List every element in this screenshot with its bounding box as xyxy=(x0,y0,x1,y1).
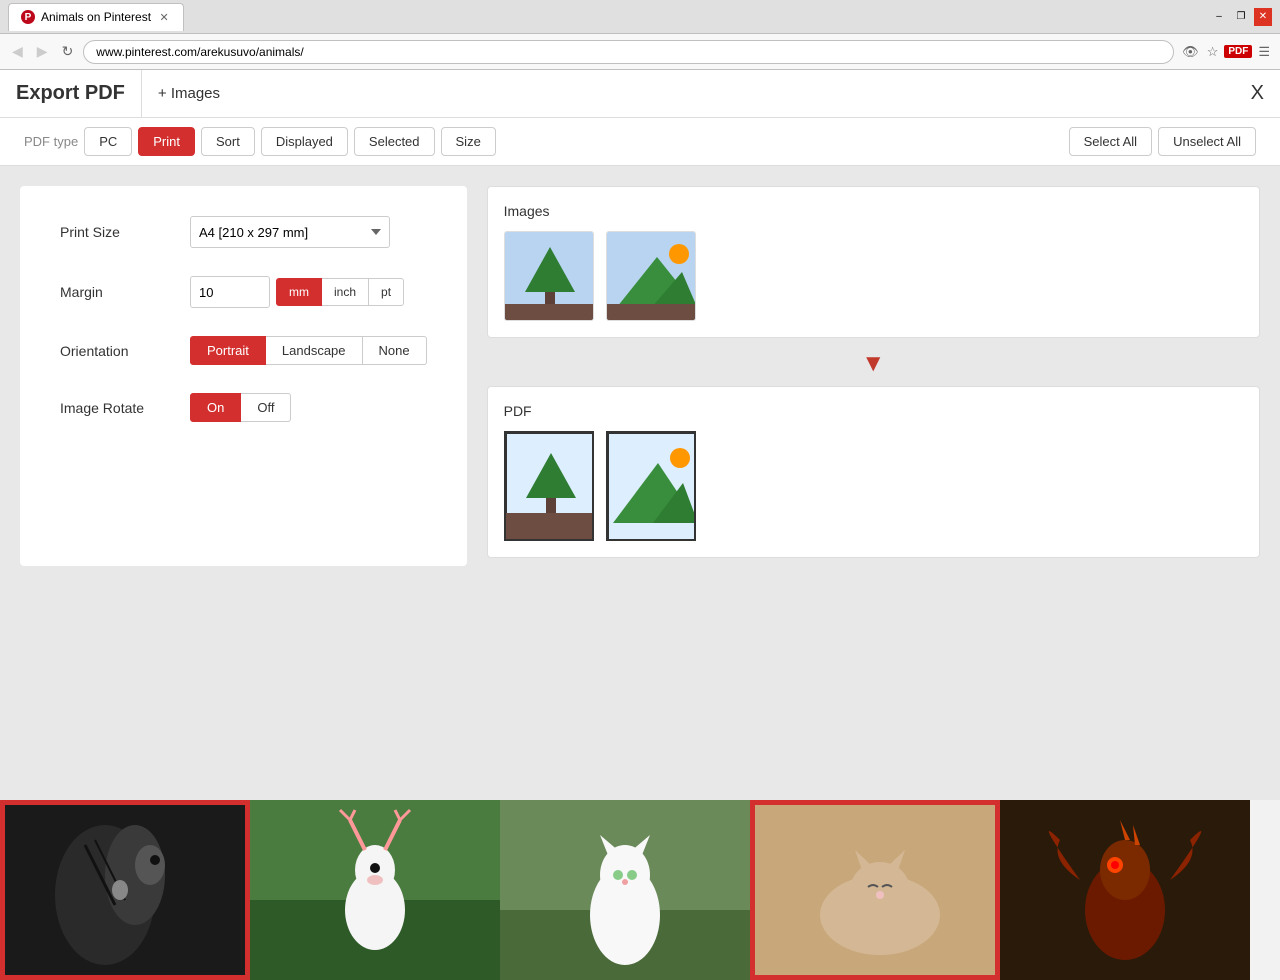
tab-close-button[interactable]: ✕ xyxy=(157,10,171,24)
sort-button[interactable]: Sort xyxy=(201,127,255,156)
bottom-gallery xyxy=(0,800,1280,980)
margin-label: Margin xyxy=(60,284,190,300)
size-button[interactable]: Size xyxy=(441,127,496,156)
gallery-item-1[interactable] xyxy=(0,800,250,980)
unit-group: mm inch pt xyxy=(276,278,404,306)
orientation-label: Orientation xyxy=(60,343,190,359)
none-orientation-button[interactable]: None xyxy=(363,336,427,365)
minimize-button[interactable]: – xyxy=(1210,8,1228,26)
image-rotate-row: Image Rotate On Off xyxy=(60,393,427,422)
portrait-button[interactable]: Portrait xyxy=(190,336,266,365)
export-pdf-button[interactable]: Export PDF xyxy=(16,82,141,105)
inch-unit-button[interactable]: inch xyxy=(322,278,369,306)
pdf-page-1 xyxy=(504,431,594,541)
browser-title-bar: P Animals on Pinterest ✕ – ❐ ✕ xyxy=(0,0,1280,34)
browser-address-bar: ◀ ▶ ↻ 👁 ☆ PDF ☰ xyxy=(0,34,1280,70)
print-size-row: Print Size A4 [210 x 297 mm] A3 [297 x 4… xyxy=(60,216,427,248)
browser-icons: 👁 ☆ PDF ☰ xyxy=(1180,42,1272,62)
gallery-item-4[interactable] xyxy=(750,800,1000,980)
window-controls: – ❐ ✕ xyxy=(1210,8,1272,26)
gallery-item-5[interactable] xyxy=(1000,800,1250,980)
unselect-all-button[interactable]: Unselect All xyxy=(1158,127,1256,156)
pinterest-favicon: P xyxy=(21,10,35,24)
menu-button[interactable]: ☰ xyxy=(1256,42,1272,62)
toolbar: PDF type PC Print Sort Displayed Selecte… xyxy=(0,118,1280,166)
margin-row: Margin mm inch pt xyxy=(60,276,427,308)
mm-unit-button[interactable]: mm xyxy=(276,278,322,306)
preview-image-1 xyxy=(504,231,594,321)
image-rotate-label: Image Rotate xyxy=(60,400,190,416)
forward-button[interactable]: ▶ xyxy=(33,41,52,62)
bookmark-button[interactable]: ☆ xyxy=(1205,42,1221,62)
pt-unit-button[interactable]: pt xyxy=(369,278,404,306)
landscape-button[interactable]: Landscape xyxy=(266,336,363,365)
add-images-button[interactable]: + Images xyxy=(141,70,236,117)
conversion-arrow: ▼ xyxy=(487,350,1260,378)
back-button[interactable]: ◀ xyxy=(8,41,27,62)
pdf-badge: PDF xyxy=(1224,45,1252,58)
settings-panel: Print Size A4 [210 x 297 mm] A3 [297 x 4… xyxy=(20,186,467,566)
orientation-row: Orientation Portrait Landscape None xyxy=(60,336,427,365)
images-preview-grid xyxy=(504,231,1243,321)
pdf-pages xyxy=(504,431,1243,541)
margin-input[interactable] xyxy=(190,276,270,308)
select-all-button[interactable]: Select All xyxy=(1069,127,1152,156)
preview-panel: Images xyxy=(487,186,1260,780)
gallery-item-2[interactable] xyxy=(250,800,500,980)
pc-button[interactable]: PC xyxy=(84,127,132,156)
pdf-type-label: PDF type xyxy=(24,134,78,149)
print-size-select[interactable]: A4 [210 x 297 mm] A3 [297 x 420 mm] Lett… xyxy=(190,216,390,248)
rotate-toggle-group: On Off xyxy=(190,393,291,422)
restore-button[interactable]: ❐ xyxy=(1232,8,1250,26)
displayed-button[interactable]: Displayed xyxy=(261,127,348,156)
close-window-button[interactable]: ✕ xyxy=(1254,8,1272,26)
images-preview-title: Images xyxy=(504,203,1243,219)
images-preview-box: Images xyxy=(487,186,1260,338)
print-button[interactable]: Print xyxy=(138,127,195,156)
rotate-on-button[interactable]: On xyxy=(190,393,241,422)
main-content: Print Size A4 [210 x 297 mm] A3 [297 x 4… xyxy=(0,166,1280,800)
reader-mode-button[interactable]: 👁 xyxy=(1180,42,1201,62)
refresh-button[interactable]: ↻ xyxy=(58,41,78,62)
address-input[interactable] xyxy=(83,40,1174,64)
pdf-page-2 xyxy=(606,431,696,541)
pdf-preview-title: PDF xyxy=(504,403,1243,419)
header-close-button[interactable]: X xyxy=(1251,82,1264,105)
app-header: Export PDF + Images X xyxy=(0,70,1280,118)
print-size-label: Print Size xyxy=(60,224,190,240)
rotate-off-button[interactable]: Off xyxy=(241,393,291,422)
preview-image-2 xyxy=(606,231,696,321)
pdf-preview-box: PDF xyxy=(487,386,1260,558)
tab-title: Animals on Pinterest xyxy=(41,10,151,24)
orientation-group: Portrait Landscape None xyxy=(190,336,427,365)
selected-button[interactable]: Selected xyxy=(354,127,435,156)
browser-tab[interactable]: P Animals on Pinterest ✕ xyxy=(8,3,184,31)
full-page: P Animals on Pinterest ✕ – ❐ ✕ ◀ ▶ ↻ 👁 ☆… xyxy=(0,0,1280,980)
gallery-item-3[interactable] xyxy=(500,800,750,980)
